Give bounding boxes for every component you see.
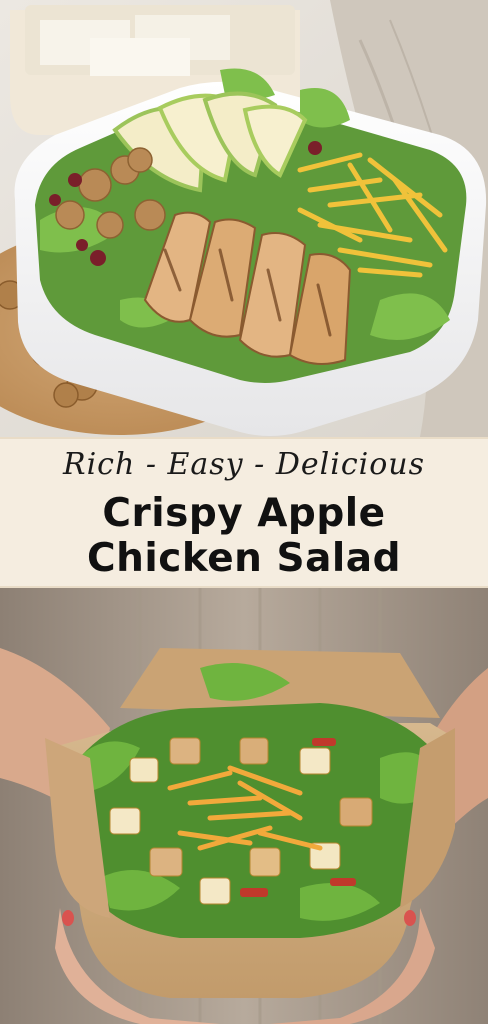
tagline: Rich - Easy - Delicious	[62, 447, 426, 482]
salad-container-photo	[0, 0, 488, 437]
title-line-1: Crispy Apple	[102, 491, 386, 536]
title-banner: Rich - Easy - Delicious Crispy Apple Chi…	[0, 437, 488, 588]
salad-box-photo	[0, 588, 488, 1024]
title-line-2: Chicken Salad	[86, 536, 402, 581]
recipe-pin: Rich - Easy - Delicious Crispy Apple Chi…	[0, 0, 488, 1024]
